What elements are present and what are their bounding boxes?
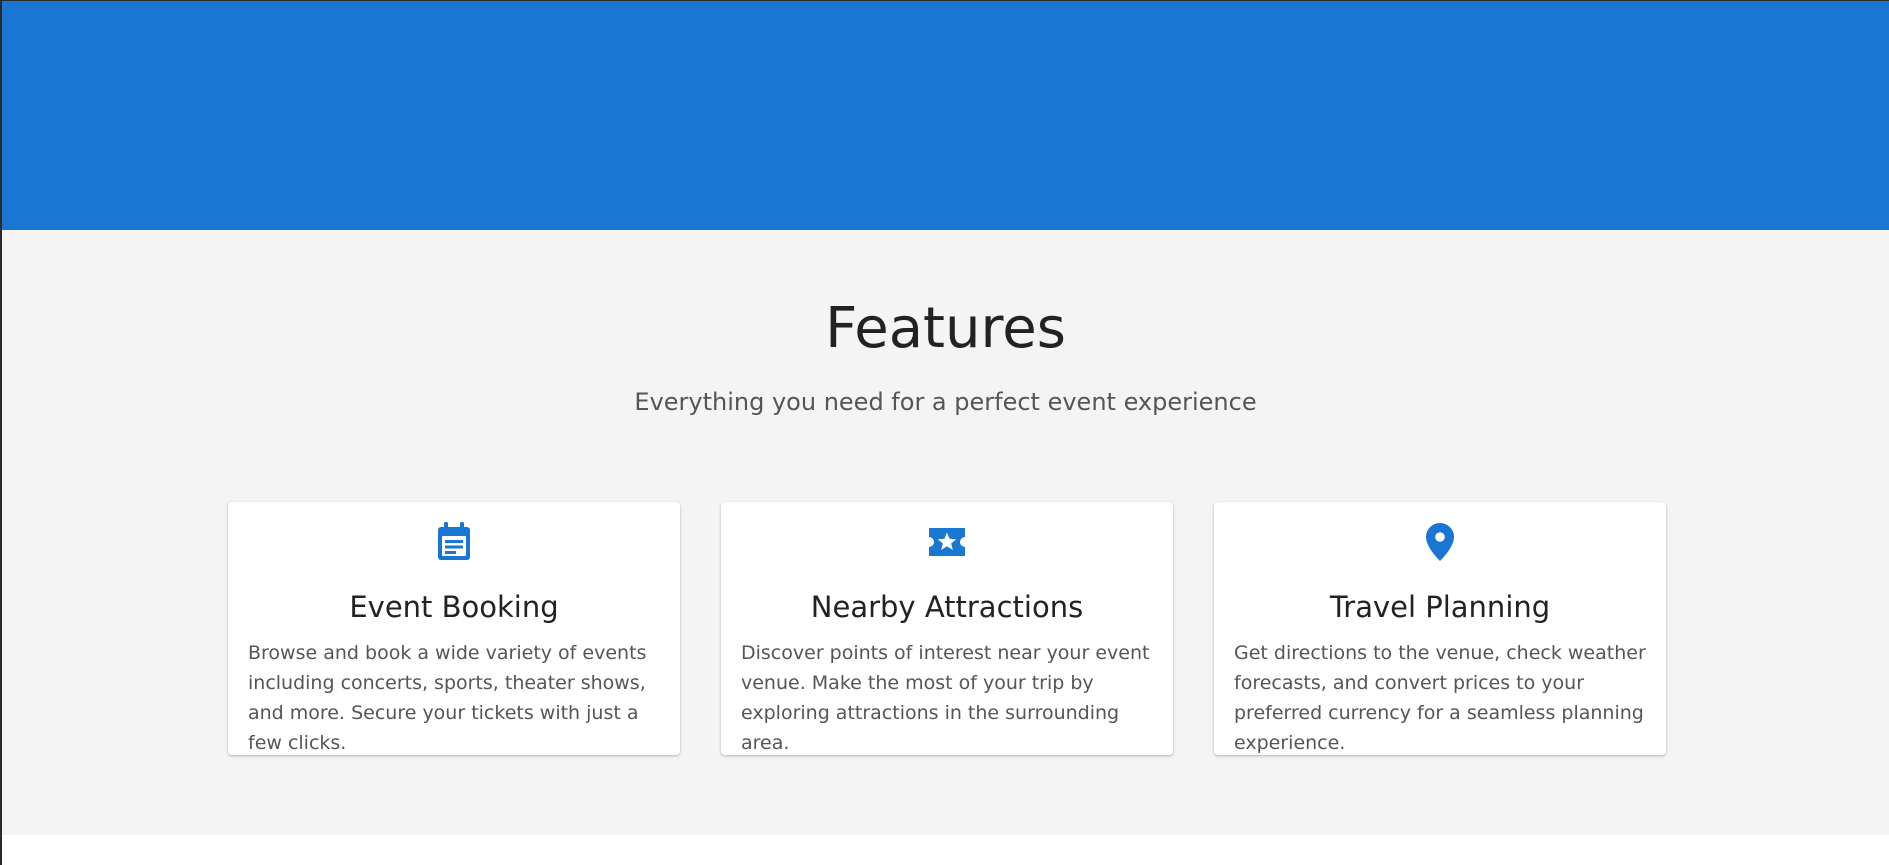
features-title: Features [825,296,1066,361]
page: Features Everything you need for a perfe… [0,0,1889,865]
calendar-icon [228,520,680,564]
feature-card-title: Nearby Attractions [810,590,1084,624]
feature-card-title: Travel Planning [1329,590,1551,624]
hero-banner [2,1,1889,230]
ticket-star-icon [721,520,1173,564]
feature-card-description: Get directions to the venue, check weath… [1234,642,1646,754]
map-pin-icon [1214,520,1666,564]
features-section: Features Everything you need for a perfe… [2,230,1889,835]
feature-card-description: Browse and book a wide variety of events… [248,642,647,754]
features-subtitle: Everything you need for a perfect event … [634,388,1257,416]
feature-card-event-booking: Event Booking Browse and book a wide var… [228,502,680,755]
feature-card-title: Event Booking [349,590,559,624]
feature-card-description: Discover points of interest near your ev… [741,642,1150,754]
feature-card-travel-planning: Travel Planning Get directions to the ve… [1214,502,1666,755]
feature-card-nearby-attractions: Nearby Attractions Discover points of in… [721,502,1173,755]
